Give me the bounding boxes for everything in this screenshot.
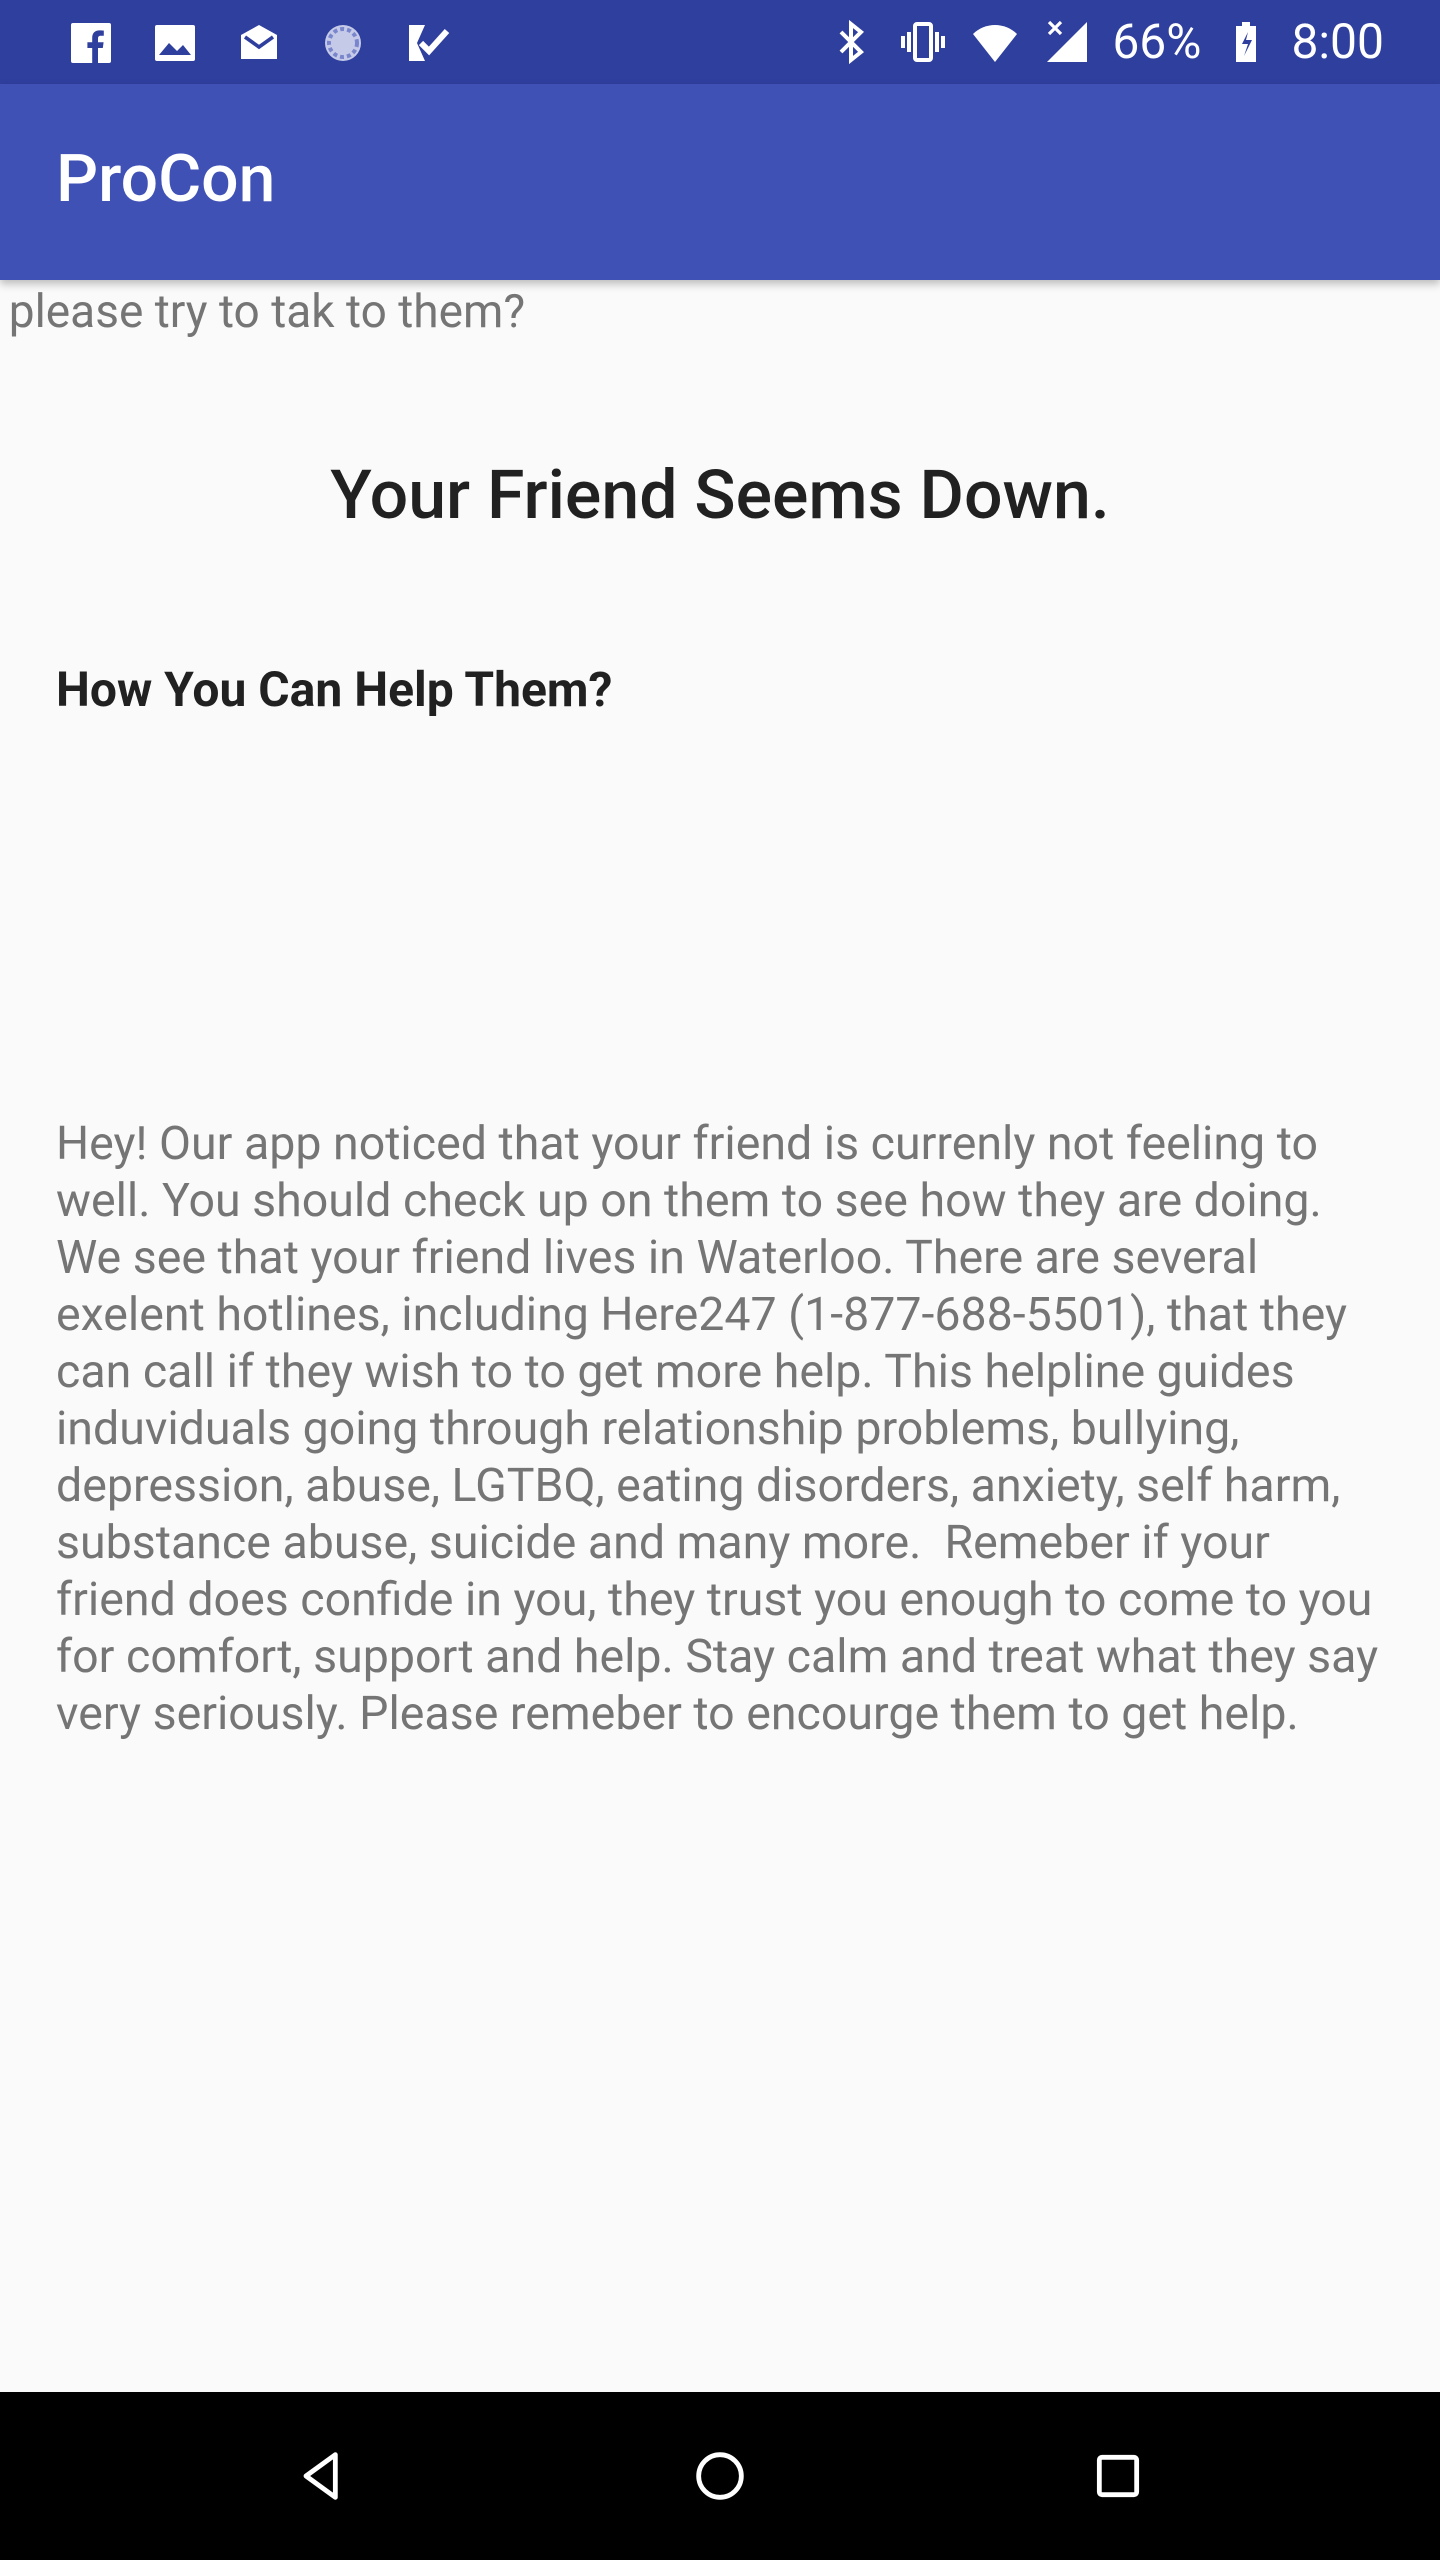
battery-icon xyxy=(1219,15,1273,69)
app-title: ProCon xyxy=(56,141,276,218)
wifi-icon xyxy=(968,15,1022,69)
clock: 8:00 xyxy=(1291,13,1384,70)
system-icons: 66% 8:00 xyxy=(824,14,1384,70)
page-headline: Your Friend Seems Down. xyxy=(330,455,1110,535)
help-message-body: Hey! Our app noticed that your friend is… xyxy=(56,1117,1390,1741)
back-button[interactable] xyxy=(282,2436,362,2516)
home-icon xyxy=(696,2452,744,2500)
sync-icon xyxy=(316,16,370,70)
back-icon xyxy=(303,2452,338,2500)
main-content[interactable]: u please try to tak to them? Your Friend… xyxy=(0,280,1440,2392)
partial-question-text: u please try to tak to them? xyxy=(0,285,526,339)
home-button[interactable] xyxy=(680,2436,760,2516)
signal-icon xyxy=(1040,15,1094,69)
status-bar: 66% 8:00 xyxy=(0,0,1440,84)
image-icon xyxy=(148,16,202,70)
recents-button[interactable] xyxy=(1078,2436,1158,2516)
battery-percent: 66% xyxy=(1112,13,1202,70)
mail-icon xyxy=(232,16,286,70)
facebook-icon xyxy=(64,16,118,70)
vibrate-icon xyxy=(896,15,950,69)
recents-icon xyxy=(1096,2454,1140,2498)
task-icon xyxy=(400,16,454,70)
notification-icons xyxy=(64,16,454,70)
navigation-bar xyxy=(0,2392,1440,2560)
bluetooth-icon xyxy=(824,15,878,69)
section-subheading: How You Can Help Them? xyxy=(56,661,613,718)
app-bar: ProCon xyxy=(0,84,1440,280)
